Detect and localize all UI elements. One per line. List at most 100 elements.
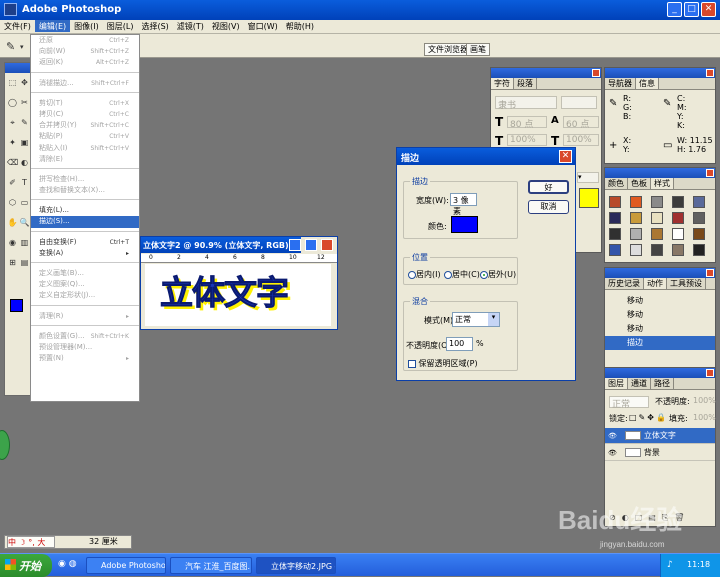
tool-icon-0[interactable]: ⬚ [7,77,18,88]
layer-row[interactable]: 👁 背景 [605,445,715,461]
vertical-scale-field[interactable]: 100% [507,134,547,146]
tool-icon-11[interactable]: T [19,177,30,188]
style-swatch[interactable] [672,228,684,240]
doc-close-button[interactable] [321,239,333,251]
style-swatch[interactable] [693,212,705,224]
width-input[interactable]: 3 像素 [450,193,477,216]
position-outside-radio[interactable]: 居外(U) [480,269,516,280]
edit-menu-item[interactable]: 还原 Ctrl+Z [31,35,139,46]
menu-5[interactable]: 滤镜(T) [173,20,208,32]
tool-icon-3[interactable]: ✂ [19,97,30,108]
layer-opacity-value[interactable]: 100% [693,396,716,405]
layer-row[interactable]: 👁 立体文字 [605,428,715,444]
style-swatch[interactable] [651,212,663,224]
tab-paragraph[interactable]: 段落 [514,78,537,89]
tool-icon-9[interactable]: ◐ [19,157,30,168]
edit-menu-item[interactable]: 拷贝(C) Ctrl+C [31,109,139,120]
text-color-swatch[interactable] [579,188,599,208]
edit-menu-item[interactable]: 向前(W) Shift+Ctrl+Z [31,46,139,57]
panel-close-icon[interactable] [706,269,714,277]
tab-navigator[interactable]: 导航器 [605,78,636,89]
edit-menu-item[interactable]: 定义自定形状(J)... [31,290,139,301]
dialog-close-button[interactable]: ✕ [559,150,572,163]
tool-icon-13[interactable]: ▭ [19,197,30,208]
tool-icon-14[interactable]: ✋ [7,217,18,228]
tool-icon-17[interactable]: ▥ [19,237,30,248]
tab-layers[interactable]: 图层 [605,378,628,389]
edit-menu-item[interactable]: 颜色设置(G)... Shift+Ctrl+K [31,331,139,342]
doc-maximize-button[interactable] [305,239,317,251]
tool-icon-15[interactable]: 🔍 [19,217,30,228]
edit-menu-item[interactable]: 粘贴(P) Ctrl+V [31,131,139,142]
edit-menu-item[interactable]: 自由变换(F) Ctrl+T [31,237,139,248]
tab-brushes[interactable]: 画笔 [466,43,490,56]
edit-menu-item[interactable]: 描边(S)... [31,216,139,228]
edit-menu-item[interactable]: 拼写检查(H)... [31,174,139,185]
edit-menu-item[interactable]: 定义图案(Q)... [31,279,139,290]
style-swatch[interactable] [630,196,642,208]
tool-icon-1[interactable]: ✥ [19,77,30,88]
edit-menu-item[interactable]: 预置(N) ▸ [31,353,139,364]
edit-menu-item[interactable]: 定义画笔(B)... [31,268,139,279]
style-swatch[interactable] [693,244,705,256]
panel-close-icon[interactable] [706,369,714,377]
style-swatch[interactable] [630,244,642,256]
canvas[interactable]: 立体文字 立体文字 [145,264,331,326]
edit-menu-item[interactable]: 合并拷贝(Y) Shift+Ctrl+C [31,120,139,131]
cancel-button[interactable]: 取消 [528,200,569,214]
font-style-select[interactable] [561,96,597,109]
leading-field[interactable]: 60 点 [563,116,599,130]
edit-menu-item[interactable]: 剪切(T) Ctrl+X [31,98,139,109]
tab-character[interactable]: 字符 [491,78,514,89]
style-swatch[interactable] [672,196,684,208]
style-swatch[interactable] [609,244,621,256]
history-item[interactable]: 移动 [605,322,715,336]
edit-menu-item[interactable]: 清理(R) ▸ [31,311,139,322]
tool-icon-10[interactable]: ✐ [7,177,18,188]
tool-icon-7[interactable]: ▣ [19,137,30,148]
history-item[interactable]: 移动 [605,308,715,322]
quicklaunch-icons[interactable]: ◉ ◍ [58,559,82,572]
font-size-field[interactable]: 80 点 [507,116,547,130]
font-family-select[interactable]: 隶书 [495,96,557,111]
edit-menu-item[interactable]: 预设管理器(M)... [31,342,139,353]
task-photoshop[interactable]: Adobe Photoshop [86,557,166,574]
anti-alias-select[interactable]: ▾ [577,172,599,183]
edit-menu-item[interactable]: 清除(E) [31,154,139,165]
style-swatch[interactable] [630,212,642,224]
style-swatch[interactable] [609,196,621,208]
tool-icon-19[interactable]: ▤ [19,257,30,268]
edit-menu-item[interactable]: 消褪描边... Shift+Ctrl+F [31,78,139,89]
preserve-transparency-checkbox[interactable]: 保留透明区域(P) [408,358,478,369]
style-swatch[interactable] [672,212,684,224]
style-swatch[interactable] [651,196,663,208]
tool-icon-18[interactable]: ⊞ [7,257,18,268]
style-swatch[interactable] [693,196,705,208]
position-inside-radio[interactable]: 居内(I) [408,269,441,280]
menu-0[interactable]: 文件(F) [0,20,35,32]
tool-icon-8[interactable]: ⌫ [7,157,18,168]
style-swatch[interactable] [651,244,663,256]
horizontal-scale-field[interactable]: 100% [563,134,599,146]
tool-icon-6[interactable]: ✦ [7,137,18,148]
eye-icon[interactable]: 👁 [608,449,617,457]
tab-paths[interactable]: 路径 [651,378,674,389]
menu-7[interactable]: 窗口(W) [244,20,282,32]
history-item[interactable]: 移动 [605,294,715,308]
doc-minimize-button[interactable] [289,239,301,251]
tool-icon-12[interactable]: ⬡ [7,197,18,208]
panel-close-icon[interactable] [592,69,600,77]
menu-1[interactable]: 编辑(E) [34,20,71,32]
tab-styles[interactable]: 样式 [651,178,674,189]
position-center-radio[interactable]: 居中(C) [444,269,480,280]
foreground-color-swatch[interactable] [10,299,23,312]
style-swatch[interactable] [651,228,663,240]
menu-2[interactable]: 图像(I) [70,20,103,32]
maximize-button[interactable]: □ [684,2,699,17]
style-swatch[interactable] [693,228,705,240]
edit-menu-item[interactable]: 变换(A) ▸ [31,248,139,259]
edit-menu-item[interactable]: 返回(K) Alt+Ctrl+Z [31,57,139,68]
style-swatch[interactable] [609,212,621,224]
tab-swatches[interactable]: 色板 [628,178,651,189]
chevron-down-icon[interactable]: ▾ [20,43,24,51]
